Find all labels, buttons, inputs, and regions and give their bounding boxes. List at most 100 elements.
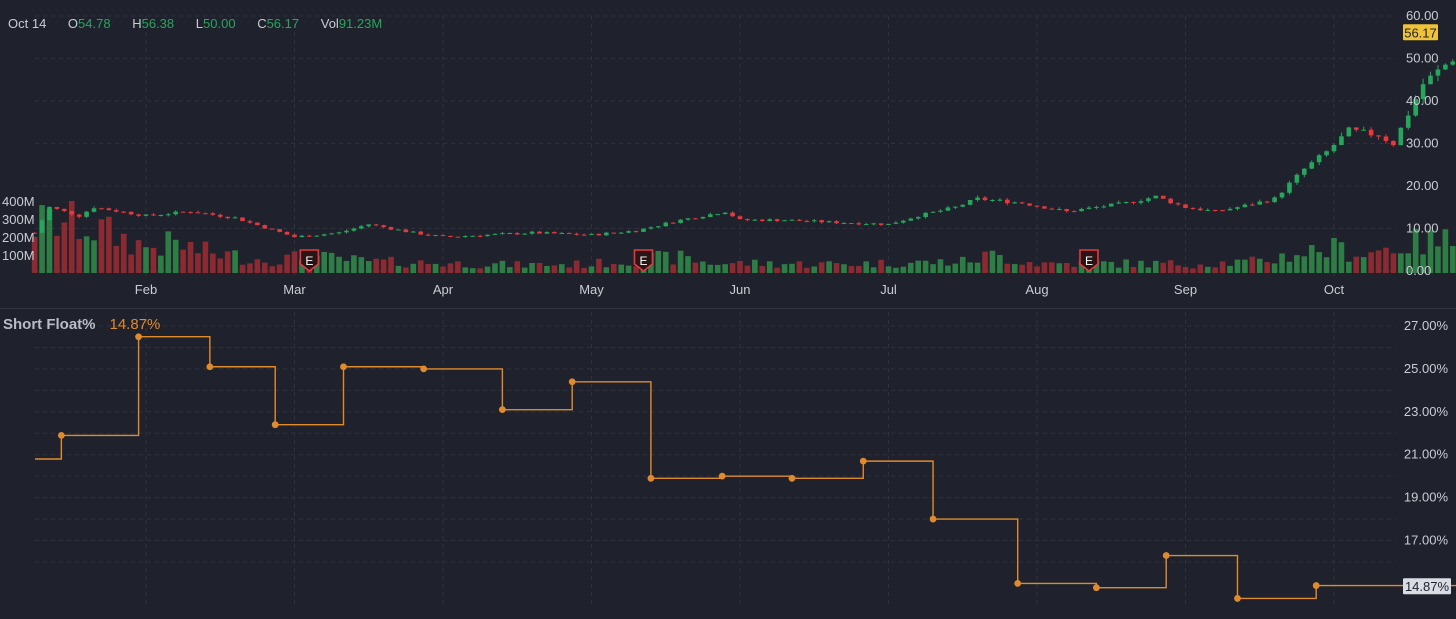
price-tick-label: 40.00 [1406, 93, 1439, 108]
volume-bar [677, 250, 684, 273]
candle-body [366, 224, 372, 227]
price-tick-label: 10.00 [1406, 221, 1439, 236]
candle-body [737, 216, 743, 220]
volume-bar [967, 262, 973, 273]
candle-body [284, 231, 290, 235]
candle-body [128, 211, 134, 215]
volume-tick-label: 300M [2, 212, 35, 227]
candle-body [1242, 204, 1248, 208]
short-float-point [271, 421, 279, 429]
candle-body [670, 222, 676, 224]
volume-bar [120, 233, 127, 273]
last-price-text: 56.17 [1404, 25, 1437, 40]
volume-bar [737, 260, 743, 273]
candle-body [1435, 69, 1441, 76]
volume-bar [811, 266, 818, 273]
candle-body [841, 223, 847, 225]
volume-bar [1450, 246, 1456, 273]
candle-body [1138, 201, 1144, 203]
volume-bar [1138, 260, 1144, 273]
short-float-point [1162, 552, 1170, 559]
volume-bar [915, 260, 921, 273]
candle-body [1405, 115, 1411, 128]
volume-bar [729, 263, 736, 273]
candle-body [1346, 127, 1352, 137]
volume-bar [1368, 252, 1374, 273]
candle-body [1331, 144, 1337, 152]
volume-bar [1383, 247, 1389, 273]
volume-bar [1442, 229, 1449, 273]
volume-bar [83, 236, 90, 273]
short-float-point [57, 431, 65, 439]
volume-bar [499, 260, 506, 273]
volume-bar [930, 264, 936, 273]
volume-bar [365, 261, 372, 273]
volume-bar [462, 267, 469, 273]
candle-body [1131, 202, 1136, 204]
candle-body [604, 232, 609, 236]
volume-bar [722, 264, 728, 273]
candle-body [1049, 208, 1055, 210]
open-value: 54.78 [78, 16, 111, 31]
volume-bar [1115, 267, 1122, 273]
high-label: H [132, 16, 142, 31]
short-float-tick-label: 27.00% [1404, 318, 1449, 333]
candle-body [255, 222, 260, 226]
short-float-point [718, 472, 726, 480]
candle-body [373, 224, 379, 226]
candle-body [1019, 202, 1025, 204]
volume-bar [195, 253, 201, 273]
volume-bar [217, 258, 224, 273]
volume-bar [1323, 257, 1330, 273]
volume-bar [388, 256, 394, 273]
volume-bar [796, 261, 803, 273]
candle-body [136, 214, 141, 216]
volume-bar [551, 265, 558, 273]
volume-bar [1301, 256, 1308, 273]
candle-body [1153, 195, 1159, 199]
candle-body [455, 236, 461, 238]
short-float-point [788, 474, 796, 482]
volume-bar [937, 259, 944, 273]
volume-bar [1197, 264, 1204, 273]
candle-body [930, 211, 936, 213]
candle-body [76, 214, 82, 217]
volume-bar [410, 263, 417, 273]
candle-body [997, 199, 1003, 201]
volume-bar [484, 266, 491, 273]
stock-chart[interactable]: 60.00 50.00 40.00 30.00 20.00 10.00 0.00 400M 3… [0, 0, 1456, 619]
volume-tick-label: 100M [2, 248, 35, 263]
volume-bar [759, 266, 766, 273]
volume-bar [254, 259, 261, 273]
svg-text:E: E [1085, 254, 1093, 268]
candle-body [1287, 182, 1292, 193]
volume-bar [440, 266, 446, 273]
volume-bar [395, 265, 402, 273]
candle-body [767, 219, 772, 222]
volume-bar [685, 256, 691, 273]
candle-body [299, 235, 305, 238]
candle-body [656, 226, 661, 228]
volume-bar [878, 259, 884, 273]
svg-text:E: E [305, 254, 313, 268]
volume-bar [1242, 259, 1248, 273]
volume-bar [158, 255, 164, 273]
candle-body [1056, 209, 1062, 211]
candle-body [544, 232, 550, 234]
candle-body [418, 231, 424, 235]
candle-body [91, 208, 97, 212]
volume-bar [581, 267, 587, 273]
candle-body [596, 233, 602, 236]
volume-bar [432, 263, 439, 273]
candle-body [1108, 203, 1114, 207]
volume-bar [54, 235, 60, 273]
candle-body [307, 235, 312, 237]
candle-body [292, 234, 297, 238]
volume-bar [1071, 266, 1077, 273]
price-y-axis: 60.00 50.00 40.00 30.00 20.00 10.00 0.00 [1406, 8, 1439, 278]
candle-body [1042, 206, 1047, 209]
candle-body [1079, 208, 1084, 212]
volume-bar [343, 260, 350, 273]
volume-bar [974, 262, 981, 273]
short-float-point [206, 363, 214, 371]
